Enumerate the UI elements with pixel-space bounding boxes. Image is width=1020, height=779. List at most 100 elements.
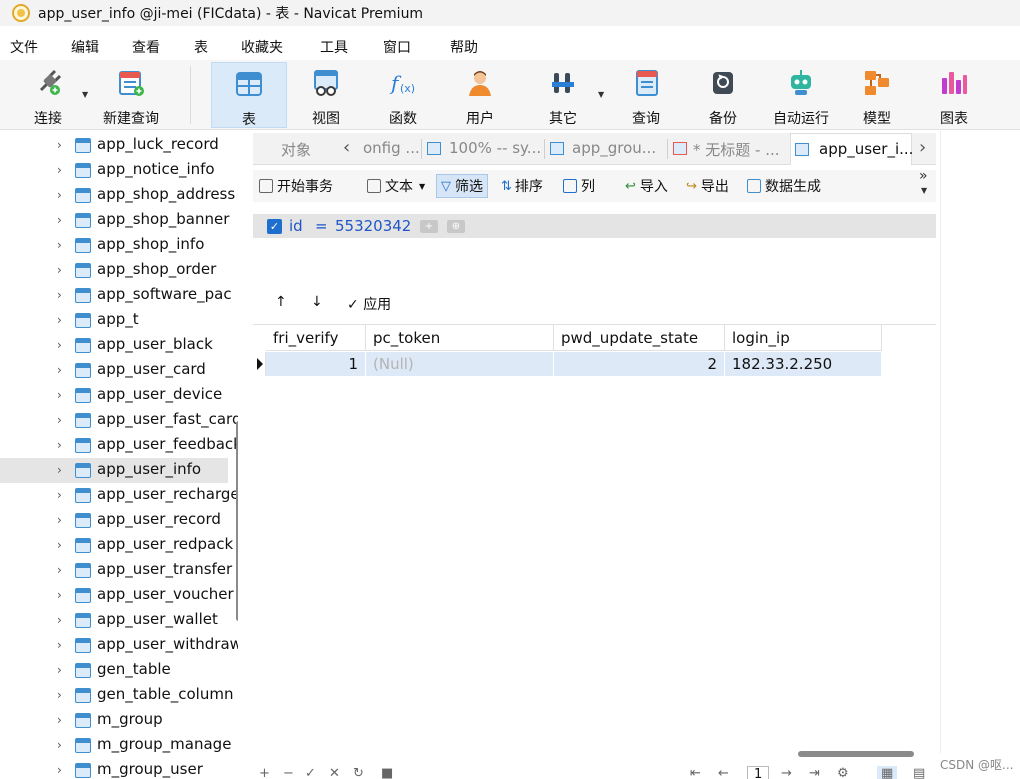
sidebar-table-item[interactable]: › app_shop_address [0,183,235,208]
expand-chevron-icon[interactable]: › [57,438,62,452]
sidebar-table-item[interactable]: › app_user_redpack [0,533,233,558]
expand-chevron-icon[interactable]: › [57,738,62,752]
sidebar-table-item[interactable]: › app_user_withdraw [0,633,238,658]
move-down-icon[interactable]: ↓ [311,294,323,310]
other-dropdown-icon[interactable]: ▼ [598,90,604,99]
expand-chevron-icon[interactable]: › [57,713,62,727]
column-header-pc-token[interactable]: pc_token [366,325,554,351]
expand-chevron-icon[interactable]: › [57,213,62,227]
menu-window[interactable]: 窗口 [383,37,411,57]
tab-app-group[interactable]: app_grou... [546,133,666,165]
expand-chevron-icon[interactable]: › [57,563,62,577]
sidebar-table-item[interactable]: › app_user_feedback [0,433,238,458]
tab-untitled-query[interactable]: * 无标题 - ... [669,133,789,165]
tab-scroll-left-icon[interactable]: ‹ [343,137,350,158]
columns-button[interactable]: 列 [563,174,595,198]
add-group-icon[interactable]: ⊕ [447,220,465,233]
tab-scroll-right-icon[interactable]: › [919,137,926,158]
expand-chevron-icon[interactable]: › [57,188,62,202]
expand-chevron-icon[interactable]: › [57,388,62,402]
sidebar-table-item[interactable]: › app_user_voucher [0,583,234,608]
table-button[interactable]: 表 [211,62,287,128]
expand-chevron-icon[interactable]: › [57,538,62,552]
sidebar-table-item[interactable]: › app_notice_info [0,158,228,183]
sidebar-table-item[interactable]: › app_luck_record [0,133,228,158]
apply-button[interactable]: ✓ 应用 [347,294,391,314]
expand-chevron-icon[interactable]: › [57,138,62,152]
form-view-icon[interactable]: ▤ [913,766,925,779]
expand-chevron-icon[interactable]: › [57,688,62,702]
sidebar-table-item[interactable]: › gen_table [0,658,228,683]
expand-chevron-icon[interactable]: › [57,513,62,527]
sidebar-table-item[interactable]: › app_user_recharge [0,483,238,508]
filter-field[interactable]: id [289,217,303,235]
sidebar-table-item[interactable]: › app_user_record [0,508,228,533]
expand-chevron-icon[interactable]: › [57,638,62,652]
expand-chevron-icon[interactable]: › [57,163,62,177]
menu-edit[interactable]: 编辑 [71,37,99,57]
view-button[interactable]: 视图 [296,62,356,128]
add-filter-icon[interactable]: + [420,220,438,233]
expand-chevron-icon[interactable]: › [57,238,62,252]
sidebar-table-item[interactable]: › app_shop_order [0,258,228,283]
expand-chevron-icon[interactable]: › [57,588,62,602]
expand-chevron-icon[interactable]: › [57,763,62,777]
sidebar-table-item[interactable]: › m_group_user [0,758,228,779]
expand-chevron-icon[interactable]: › [57,463,62,477]
stop-icon[interactable]: ■ [381,766,393,779]
grid-view-icon[interactable]: ▦ [877,766,898,779]
sidebar-table-item[interactable]: › app_user_black [0,333,228,358]
sidebar-table-item[interactable]: › app_user_card [0,358,228,383]
menu-help[interactable]: 帮助 [450,37,478,57]
menu-favorites[interactable]: 收藏夹 [241,37,283,57]
sort-button[interactable]: ⇅ 排序 [501,174,543,198]
sidebar-table-item[interactable]: › gen_table_column [0,683,233,708]
expand-chevron-icon[interactable]: › [57,338,62,352]
overflow-dropdown-icon[interactable]: ▼ [921,186,927,195]
next-page-icon[interactable]: → [781,766,792,779]
other-button[interactable]: 其它 [533,62,593,128]
expand-chevron-icon[interactable]: › [57,313,62,327]
text-button[interactable]: 文本 ▼ [367,174,425,198]
grid-horizontal-scrollbar[interactable] [798,751,914,757]
last-page-icon[interactable]: ⇥ [809,766,820,779]
column-header-login-ip[interactable]: login_ip [725,325,882,351]
query-button[interactable]: 查询 [616,62,676,128]
sidebar-table-item[interactable]: › app_user_fast_card [0,408,238,433]
filter-value[interactable]: 55320342 [335,217,411,235]
sidebar-table-item[interactable]: › app_user_info [0,458,228,483]
expand-chevron-icon[interactable]: › [57,663,62,677]
filter-button[interactable]: ▽ 筛选 [436,174,488,198]
tab-app-user-info[interactable]: app_user_i... [790,133,913,165]
data-generation-button[interactable]: 数据生成 [747,174,821,198]
menu-file[interactable]: 文件 [10,37,38,57]
refresh-icon[interactable]: ↻ [353,766,364,779]
sidebar-table-item[interactable]: › app_user_transfer [0,558,232,583]
import-button[interactable]: ↩ 导入 [625,174,668,198]
cell-pc-token[interactable]: (Null) [366,352,554,376]
begin-transaction-button[interactable]: 开始事务 [259,174,333,198]
cell-fri-verify[interactable]: 1 [266,352,366,376]
overflow-chevron-icon[interactable]: » [919,168,928,184]
menu-table[interactable]: 表 [194,37,208,57]
first-page-icon[interactable]: ⇤ [690,766,701,779]
menu-view[interactable]: 查看 [132,37,160,57]
sidebar-scrollbar[interactable] [236,421,238,621]
add-record-icon[interactable]: + [259,766,270,779]
function-button[interactable]: f (x) 函数 [373,62,433,128]
automation-button[interactable]: 自动运行 [768,62,834,128]
sidebar-table-item[interactable]: › m_group_manage [0,733,231,758]
sidebar-table-item[interactable]: › app_shop_banner [0,208,229,233]
filter-operator[interactable]: = [315,217,328,235]
model-button[interactable]: 模型 [847,62,907,128]
user-button[interactable]: 用户 [450,62,510,128]
column-header-pwd-update-state[interactable]: pwd_update_state [554,325,725,351]
tab-query-100[interactable]: 100% -- sy... [423,133,543,165]
delete-record-icon[interactable]: − [283,766,294,779]
backup-button[interactable]: 备份 [693,62,753,128]
move-up-icon[interactable]: ↑ [275,294,287,310]
discard-icon[interactable]: ✕ [329,766,340,779]
connect-button[interactable]: 连接 [18,62,78,128]
cell-pwd-update-state[interactable]: 2 [554,352,725,376]
sidebar-table-item[interactable]: › m_group [0,708,228,733]
